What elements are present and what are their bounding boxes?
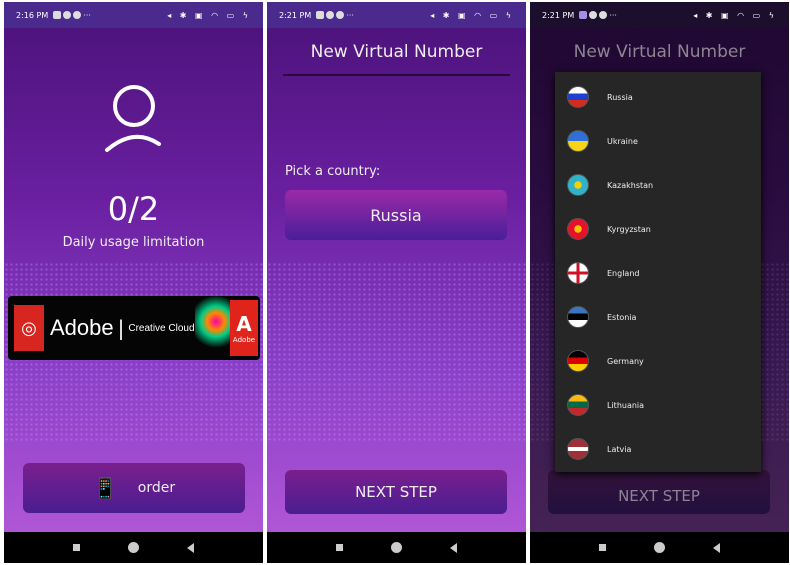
- pick-country-label: Pick a country:: [285, 164, 381, 179]
- page-title: New Virtual Number: [310, 42, 483, 62]
- country-name: Kyrgyzstan: [607, 224, 651, 234]
- country-option[interactable]: England: [555, 250, 761, 296]
- navigation-bar: [267, 532, 526, 563]
- page-title: New Virtual Number: [573, 42, 746, 62]
- navigation-bar: [4, 532, 263, 563]
- flag-icon: [567, 130, 589, 152]
- home-button[interactable]: [391, 542, 402, 553]
- recents-button[interactable]: [73, 544, 80, 551]
- flag-icon: [567, 306, 589, 328]
- ad-divider: |: [117, 316, 125, 340]
- country-name: Germany: [607, 356, 644, 366]
- status-bar: 2:16 PM ··· ◂ ✱ ▣ ◠ ▭ ϟ: [4, 2, 263, 28]
- country-name: Russia: [607, 92, 633, 102]
- ad-banner[interactable]: ◎ Adobe | Creative Cloud A Adobe: [8, 296, 260, 360]
- flag-icon: [567, 86, 589, 108]
- home-button[interactable]: [654, 542, 665, 553]
- user-icon: [105, 85, 161, 152]
- country-dropdown-list[interactable]: Russia Ukraine Kazakhstan Kyrgyzstan England…: [555, 72, 761, 472]
- ad-graphic: [194, 296, 230, 360]
- next-step-button[interactable]: NEXT STEP: [285, 470, 507, 514]
- country-option[interactable]: Kazakhstan: [555, 162, 761, 208]
- ad-product: Creative Cloud: [128, 322, 195, 334]
- recents-button[interactable]: [599, 544, 606, 551]
- flag-icon: [567, 350, 589, 372]
- status-time: 2:21 PM: [279, 10, 312, 20]
- country-option[interactable]: Russia: [555, 74, 761, 120]
- country-name: England: [607, 268, 640, 278]
- flag-icon: [567, 174, 589, 196]
- flag-icon: [567, 394, 589, 416]
- navigation-bar: [530, 532, 789, 563]
- adobe-logo: A Adobe: [230, 300, 258, 356]
- screen-home: 2:16 PM ··· ◂ ✱ ▣ ◠ ▭ ϟ 0/2 Daily usage …: [4, 2, 263, 563]
- ad-brand: Adobe: [50, 315, 114, 340]
- country-option[interactable]: Germany: [555, 338, 761, 384]
- country-option[interactable]: Lithuania: [555, 382, 761, 428]
- back-button[interactable]: [187, 542, 194, 553]
- order-button[interactable]: 📱 order: [23, 463, 245, 513]
- status-icons: ◂ ✱ ▣ ◠ ▭ ϟ: [693, 10, 777, 20]
- flag-icon: [567, 262, 589, 284]
- country-name: Latvia: [607, 444, 632, 454]
- recents-button[interactable]: [336, 544, 343, 551]
- screen-new-number: 2:21 PM ··· ◂ ✱ ▣ ◠ ▭ ϟ New Virtual Numb…: [267, 2, 526, 563]
- status-bar: 2:21 PM ··· ◂ ✱ ▣ ◠ ▭ ϟ: [267, 2, 526, 28]
- country-option[interactable]: Estonia: [555, 294, 761, 340]
- back-button[interactable]: [713, 542, 720, 553]
- sms-phone-icon: 📱: [92, 476, 118, 500]
- country-name: Ukraine: [607, 136, 638, 146]
- next-step-button[interactable]: NEXT STEP: [548, 470, 770, 514]
- status-icons: ◂ ✱ ▣ ◠ ▭ ϟ: [167, 10, 251, 20]
- status-time: 2:16 PM: [16, 10, 49, 20]
- world-map-background: [267, 262, 526, 442]
- country-option[interactable]: Latvia: [555, 426, 761, 472]
- country-name: Kazakhstan: [607, 180, 654, 190]
- status-bar: 2:21 PM ··· ◂ ✱ ▣ ◠ ▭ ϟ: [530, 2, 789, 28]
- country-name: Lithuania: [607, 400, 645, 410]
- country-option[interactable]: Ukraine: [555, 118, 761, 164]
- flag-icon: [567, 218, 589, 240]
- creative-cloud-logo: ◎: [14, 305, 44, 351]
- country-name: Estonia: [607, 312, 637, 322]
- status-icons: ◂ ✱ ▣ ◠ ▭ ϟ: [430, 10, 514, 20]
- flag-icon: [567, 438, 589, 460]
- status-time: 2:21 PM: [542, 10, 575, 20]
- title-divider: [283, 74, 510, 76]
- usage-label: Daily usage limitation: [62, 235, 205, 250]
- screen-country-picker[interactable]: 2:21 PM ··· ◂ ✱ ▣ ◠ ▭ ϟ New Virtual Numb…: [530, 2, 789, 563]
- country-select[interactable]: Russia: [285, 190, 507, 240]
- back-button[interactable]: [450, 542, 457, 553]
- country-option[interactable]: Kyrgyzstan: [555, 206, 761, 252]
- usage-count: 0/2: [107, 190, 160, 228]
- home-button[interactable]: [128, 542, 139, 553]
